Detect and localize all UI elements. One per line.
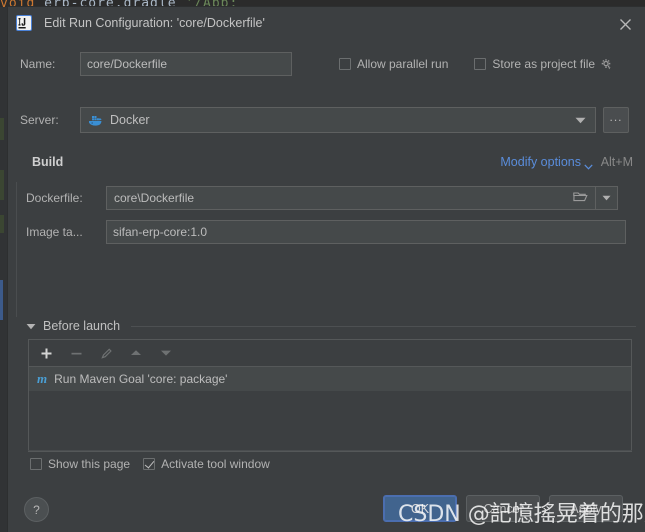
minus-icon <box>67 344 85 362</box>
dockerfile-label: Dockerfile: <box>26 191 83 205</box>
activate-tool-window-checkbox[interactable]: Activate tool window <box>143 457 270 471</box>
activate-tool-window-label: Activate tool window <box>161 457 270 471</box>
dialog-title: Edit Run Configuration: 'core/Dockerfile… <box>44 16 265 30</box>
ide-vcs-marker-2 <box>0 170 4 200</box>
build-section-title: Build <box>32 155 64 169</box>
server-value: Docker <box>110 113 150 127</box>
show-this-page-checkbox[interactable]: Show this page <box>30 457 130 471</box>
help-button[interactable]: ? <box>24 497 49 522</box>
checkbox-box <box>143 458 156 470</box>
dialog-titlebar: Edit Run Configuration: 'core/Dockerfile… <box>8 7 645 39</box>
allow-parallel-run-label: Allow parallel run <box>357 57 449 71</box>
ide-vcs-marker-1 <box>0 118 4 140</box>
dockerfile-row: Dockerfile: core\Dockerfile <box>26 186 636 210</box>
server-combobox[interactable]: Docker <box>80 107 596 133</box>
triangle-up-icon <box>127 344 145 362</box>
ide-left-gutter <box>0 7 8 532</box>
triangle-down-icon[interactable] <box>26 323 36 330</box>
gear-icon[interactable] <box>600 58 613 71</box>
list-item[interactable]: m Run Maven Goal 'core: package' <box>29 367 631 391</box>
docker-whale-icon <box>88 114 103 127</box>
edit-run-configuration-dialog: Edit Run Configuration: 'core/Dockerfile… <box>8 7 645 532</box>
close-icon[interactable] <box>615 14 635 34</box>
checkbox-box <box>30 458 42 470</box>
before-launch-divider <box>131 325 636 327</box>
name-row: Name: core/Dockerfile Allow parallel run… <box>20 52 633 76</box>
pencil-icon <box>97 344 115 362</box>
cancel-button[interactable]: Cancel <box>466 495 540 522</box>
plus-icon[interactable] <box>37 344 55 362</box>
chevron-down-icon[interactable] <box>584 159 593 173</box>
image-tag-label: Image ta... <box>26 225 83 239</box>
before-launch-header[interactable]: Before launch <box>26 318 636 334</box>
before-launch-panel: m Run Maven Goal 'core: package' <box>28 339 632 452</box>
dockerfile-input[interactable]: core\Dockerfile <box>106 186 596 210</box>
apply-button[interactable]: Apply <box>549 495 623 522</box>
store-as-project-file-checkbox[interactable]: Store as project file <box>474 57 595 71</box>
modify-options-link[interactable]: Modify options <box>500 155 581 169</box>
dockerfile-history-dropdown[interactable] <box>596 186 618 210</box>
triangle-down-icon <box>157 344 175 362</box>
image-tag-row: Image ta... sifan-erp-core:1.0 <box>26 220 636 244</box>
build-section-header: Build Modify options Alt+M <box>32 155 633 173</box>
intellij-idea-icon <box>16 15 32 31</box>
allow-parallel-run-checkbox[interactable]: Allow parallel run <box>339 57 448 71</box>
ide-caret-marker <box>0 280 3 320</box>
image-tag-input[interactable]: sifan-erp-core:1.0 <box>106 220 626 244</box>
code-keyword: void <box>0 0 35 7</box>
server-browse-button[interactable]: ... <box>603 107 629 133</box>
ide-vcs-marker-3 <box>0 215 4 233</box>
modify-options-shortcut: Alt+M <box>600 155 633 169</box>
ok-button[interactable]: OK <box>383 495 457 522</box>
checkbox-box <box>474 58 487 70</box>
show-this-page-label: Show this page <box>48 457 131 471</box>
editor-code-line: void erp-core.gradle '/App; <box>0 0 645 7</box>
before-launch-task-label: Run Maven Goal 'core: package' <box>54 372 228 386</box>
folder-icon[interactable] <box>573 190 588 206</box>
code-string: '/App; <box>185 0 238 7</box>
chevron-down-icon[interactable] <box>575 113 586 127</box>
code-identifier: erp-core.gradle <box>44 0 176 7</box>
checkbox-box <box>339 58 351 70</box>
name-label: Name: <box>20 57 56 71</box>
store-as-project-file-label: Store as project file <box>492 57 596 71</box>
footer-divider <box>28 450 632 451</box>
build-section-divider <box>16 182 17 317</box>
dockerfile-value: core\Dockerfile <box>114 191 195 205</box>
bottom-options-row: Show this page Activate tool window <box>30 457 270 471</box>
maven-icon: m <box>37 371 48 386</box>
before-launch-toolbar <box>29 340 631 367</box>
before-launch-title: Before launch <box>43 319 121 333</box>
name-input[interactable]: core/Dockerfile <box>80 52 292 76</box>
server-label: Server: <box>20 113 59 127</box>
server-row: Server: Docker ... <box>20 107 633 133</box>
